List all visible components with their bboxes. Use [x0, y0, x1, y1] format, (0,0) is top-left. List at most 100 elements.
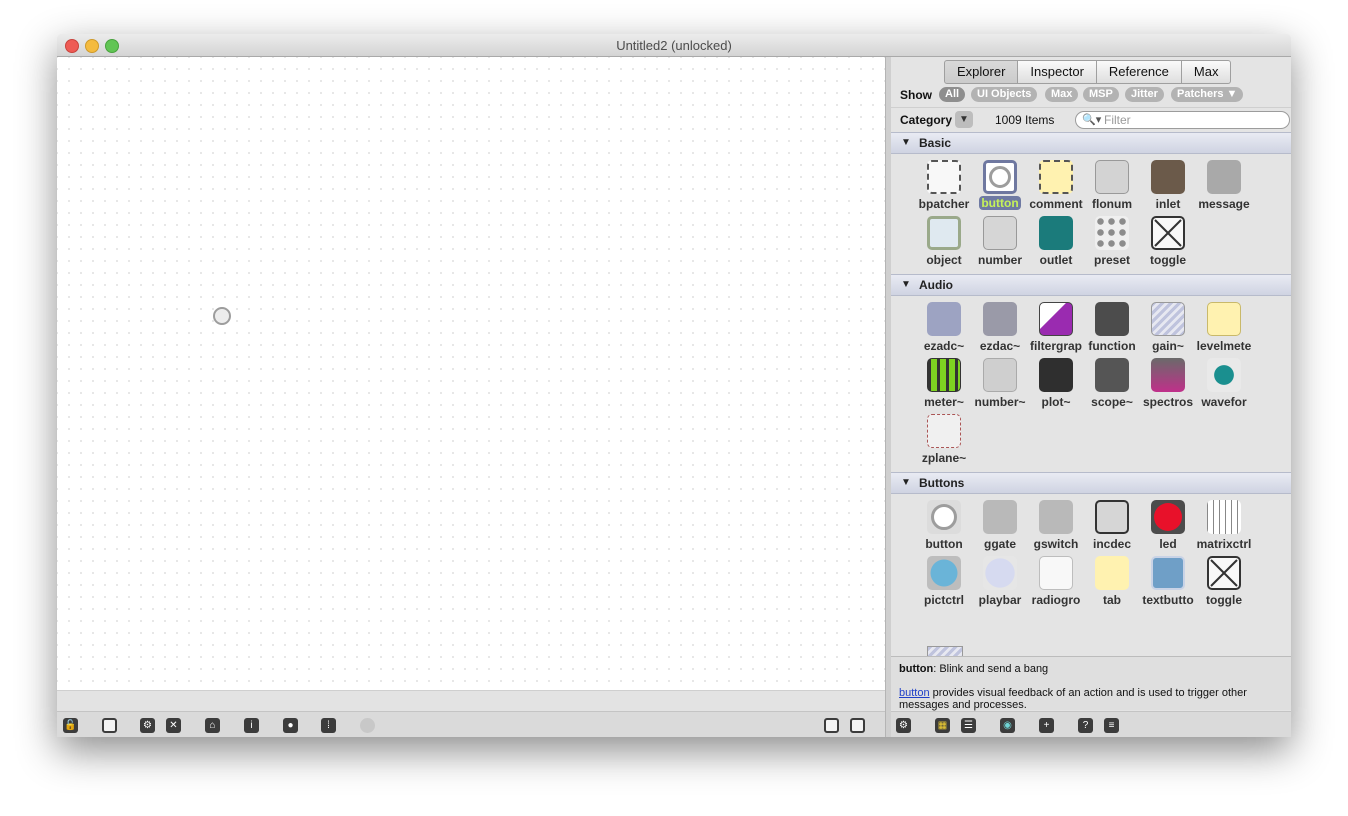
object-preview-pane: button: Blink and send a bang button pro…	[891, 656, 1291, 711]
filter-max[interactable]: Max	[1045, 87, 1079, 102]
list-item[interactable]: ggate	[971, 497, 1027, 551]
list-item[interactable]: spectros	[1139, 355, 1195, 409]
list-item[interactable]: message	[1195, 157, 1251, 211]
preview-title: button: Blink and send a bang	[899, 663, 1283, 675]
list-item[interactable]: number	[971, 213, 1027, 267]
list-item[interactable]: zplane~	[915, 411, 971, 465]
info-icon[interactable]: i	[244, 718, 259, 733]
preview-link[interactable]: button	[899, 687, 930, 699]
list-item[interactable]: plot~	[1027, 355, 1083, 409]
easel-icon[interactable]: ⌂	[205, 718, 220, 733]
category-row: Category ▼ 1009 Items 🔍▾ Filter	[891, 107, 1291, 132]
list-item[interactable]: levelmete	[1195, 299, 1251, 353]
list-item[interactable]: playbar	[971, 553, 1027, 607]
grid-icon[interactable]: ⁞	[321, 718, 336, 733]
add-icon[interactable]: +	[1039, 718, 1054, 733]
menu-icon[interactable]: ≡	[1104, 718, 1119, 733]
list-item[interactable]: outlet	[1027, 213, 1083, 267]
list-item[interactable]: wavefor	[1195, 355, 1251, 409]
filter-msp[interactable]: MSP	[1083, 87, 1119, 102]
bottom-pane-icon[interactable]	[824, 718, 839, 733]
filter-all[interactable]: All	[939, 87, 966, 102]
lock-icon[interactable]: 🔓	[63, 718, 78, 733]
filter-patchers[interactable]: Patchers ▼	[1171, 87, 1244, 102]
gear-icon[interactable]: ⚙	[896, 718, 911, 733]
list-item[interactable]: button	[971, 157, 1027, 211]
message-icon	[1207, 160, 1241, 194]
list-item[interactable]: pictctrl	[915, 553, 971, 607]
debug-icon[interactable]: ⚙	[140, 718, 155, 733]
tab-reference[interactable]: Reference	[1096, 60, 1182, 84]
filter-ui-objects[interactable]: UI Objects	[971, 87, 1038, 102]
patcher-canvas[interactable]	[57, 57, 885, 690]
function-icon	[1095, 302, 1129, 336]
list-item[interactable]: ezadc~	[915, 299, 971, 353]
eye-icon[interactable]: ◉	[1000, 718, 1015, 733]
category-dropdown[interactable]: ▼	[955, 111, 973, 128]
list-item[interactable]: scope~	[1083, 355, 1139, 409]
list-item[interactable]: bpatcher	[915, 157, 971, 211]
sidebar-toolbar: ⚙ ▦ ☰ ◉ + ? ≡	[891, 711, 1291, 737]
presentation-icon[interactable]	[102, 718, 117, 733]
textbutton-icon	[1151, 556, 1185, 590]
list-item[interactable]: led	[1139, 497, 1195, 551]
section-basic[interactable]: ▼ Basic	[891, 132, 1291, 154]
grid-view-icon[interactable]: ▦	[935, 718, 950, 733]
clear-icon[interactable]: ✕	[166, 718, 181, 733]
filter-placeholder: Filter	[1104, 113, 1131, 127]
list-item[interactable]: inlet	[1139, 157, 1195, 211]
list-item[interactable]: preset	[1083, 213, 1139, 267]
list-item[interactable]: gswitch	[1027, 497, 1083, 551]
filter-input[interactable]: 🔍▾ Filter	[1075, 111, 1290, 129]
partial-item-icon	[927, 646, 963, 656]
list-item[interactable]: comment	[1027, 157, 1083, 211]
preview-name: button	[899, 663, 934, 675]
list-item[interactable]: function	[1083, 299, 1139, 353]
flonum-icon	[1095, 160, 1129, 194]
toggle-icon	[1151, 216, 1185, 250]
gswitch-icon	[1039, 500, 1073, 534]
list-item[interactable]: toggle	[1139, 213, 1195, 267]
list-item[interactable]: radiogro	[1027, 553, 1083, 607]
list-item[interactable]: incdec	[1083, 497, 1139, 551]
scope-icon	[1095, 358, 1129, 392]
list-view-icon[interactable]: ☰	[961, 718, 976, 733]
canvas-status-strip	[57, 690, 885, 711]
list-item[interactable]: gain~	[1139, 299, 1195, 353]
connect-icon[interactable]: ●	[283, 718, 298, 733]
tab-inspector[interactable]: Inspector	[1018, 60, 1097, 84]
filter-jitter[interactable]: Jitter	[1125, 87, 1164, 102]
canvas-button-object[interactable]	[213, 307, 231, 325]
list-item[interactable]: filtergrap	[1027, 299, 1083, 353]
sidebar-tabs: Explorer Inspector Reference Max	[944, 60, 1232, 84]
dsp-icon[interactable]	[360, 718, 375, 733]
item-count: 1009 Items	[995, 113, 1055, 127]
list-item[interactable]: object	[915, 213, 971, 267]
inlet-icon	[1151, 160, 1185, 194]
list-item[interactable]: tab	[1083, 553, 1139, 607]
list-item[interactable]: button	[915, 497, 971, 551]
title-bar: Untitled2 (unlocked)	[57, 34, 1291, 57]
tab-max[interactable]: Max	[1181, 60, 1232, 84]
playbar-icon	[983, 556, 1017, 590]
spectroscope-icon	[1151, 358, 1185, 392]
section-audio[interactable]: ▼ Audio	[891, 274, 1291, 296]
list-item[interactable]: matrixctrl	[1195, 497, 1251, 551]
list-item[interactable]: meter~	[915, 355, 971, 409]
zplane-icon	[927, 414, 961, 448]
button-icon	[983, 160, 1017, 194]
sidebar: Explorer Inspector Reference Max Show Al…	[891, 57, 1291, 737]
speaker-icon	[983, 302, 1017, 336]
list-item[interactable]: ezdac~	[971, 299, 1027, 353]
list-item[interactable]: toggle	[1195, 553, 1251, 607]
waveform-icon	[1207, 358, 1241, 392]
toggle-icon	[1207, 556, 1241, 590]
side-pane-icon[interactable]	[850, 718, 865, 733]
section-buttons[interactable]: ▼ Buttons	[891, 472, 1291, 494]
list-item[interactable]: textbutto	[1139, 553, 1195, 607]
help-icon[interactable]: ?	[1078, 718, 1093, 733]
list-item[interactable]: number~	[971, 355, 1027, 409]
list-item[interactable]: flonum	[1083, 157, 1139, 211]
disclosure-triangle-icon: ▼	[901, 279, 911, 290]
tab-explorer[interactable]: Explorer	[944, 60, 1019, 84]
